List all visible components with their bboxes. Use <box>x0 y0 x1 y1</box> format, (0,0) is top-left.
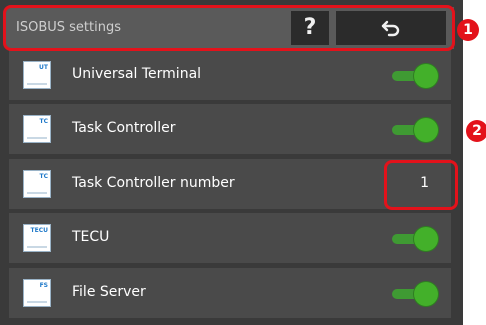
file-server-toggle[interactable] <box>392 282 438 306</box>
row-tecu[interactable]: TECU TECU <box>9 213 451 263</box>
icon-text: TECU <box>30 227 48 234</box>
universal-terminal-toggle[interactable] <box>392 64 438 88</box>
row-label: Task Controller number <box>72 175 235 191</box>
icon-text: UT <box>39 64 48 71</box>
annotation-badge-1: 1 <box>457 19 479 41</box>
task-controller-icon: TC <box>23 115 51 143</box>
tecu-icon: TECU <box>23 224 51 252</box>
task-controller-number-icon: TC <box>23 170 51 198</box>
icon-text: FS <box>39 282 48 289</box>
row-universal-terminal[interactable]: UT Universal Terminal <box>9 50 451 100</box>
row-label: Task Controller <box>72 120 176 136</box>
icon-text: TC <box>39 173 49 180</box>
row-task-controller[interactable]: TC Task Controller <box>9 104 451 154</box>
row-label: File Server <box>72 284 146 300</box>
value-highlight-box <box>384 160 458 210</box>
annotation-badge-2: 2 <box>466 120 486 142</box>
file-server-icon: FS <box>23 279 51 307</box>
task-controller-toggle[interactable] <box>392 118 438 142</box>
row-file-server[interactable]: FS File Server <box>9 268 451 318</box>
header-highlight-box <box>3 5 455 51</box>
universal-terminal-icon: UT <box>23 61 51 89</box>
icon-text: TC <box>39 118 49 125</box>
row-label: TECU <box>72 229 110 245</box>
tecu-toggle[interactable] <box>392 227 438 251</box>
row-label: Universal Terminal <box>72 66 202 82</box>
